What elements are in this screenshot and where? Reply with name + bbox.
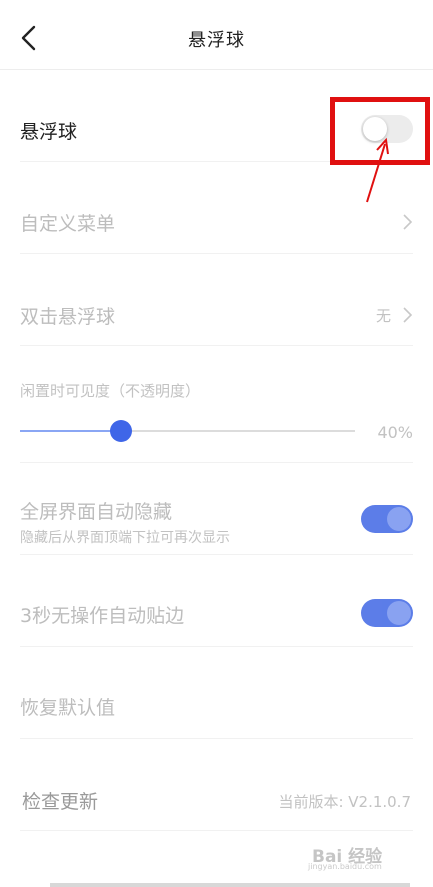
page-title: 悬浮球 — [188, 30, 245, 51]
opacity-slider-fill — [20, 430, 121, 432]
watermark-sub: jingyan.baidu.com — [308, 862, 382, 871]
restore-default-label: 恢复默认值 — [20, 697, 116, 719]
row-double-click[interactable]: 双击悬浮球 无 — [20, 254, 413, 346]
annotation-arrow-icon — [366, 137, 389, 203]
double-click-label: 双击悬浮球 — [20, 306, 116, 328]
fullscreen-hide-toggle[interactable] — [361, 505, 413, 533]
row-fullscreen-hide[interactable]: 全屏界面自动隐藏 隐藏后从界面顶端下拉可再次显示 — [20, 463, 413, 555]
toggle-knob — [387, 507, 411, 531]
header-bar: 悬浮球 — [0, 0, 433, 70]
row-auto-edge[interactable]: 3秒无操作自动贴边 — [20, 555, 413, 647]
check-update-label: 检查更新 — [22, 791, 99, 813]
fullscreen-hide-sub: 隐藏后从界面顶端下拉可再次显示 — [20, 530, 230, 546]
double-click-value: 无 — [375, 307, 391, 325]
opacity-slider[interactable] — [20, 420, 355, 442]
chevron-right-icon — [403, 214, 413, 230]
bottom-tab-strip — [50, 883, 410, 887]
row-check-update[interactable]: 检查更新 当前版本: V2.1.0.7 — [20, 739, 413, 831]
toggle-knob — [387, 601, 411, 625]
opacity-label: 闲置时可见度（不透明度） — [20, 382, 201, 400]
custom-menu-label: 自定义菜单 — [20, 213, 116, 235]
opacity-slider-thumb[interactable] — [109, 420, 132, 442]
floating-ball-label: 悬浮球 — [20, 121, 78, 143]
auto-edge-toggle[interactable] — [361, 599, 413, 627]
fullscreen-hide-label: 全屏界面自动隐藏 — [20, 501, 173, 523]
auto-edge-label: 3秒无操作自动贴边 — [20, 605, 185, 627]
baidu-watermark: Bai 经验 jingyan.baidu.com — [268, 838, 418, 872]
opacity-value: 40% — [377, 423, 413, 442]
row-restore-default[interactable]: 恢复默认值 — [20, 647, 413, 739]
current-version-value: 当前版本: V2.1.0.7 — [278, 793, 411, 811]
chevron-right-icon — [403, 307, 413, 323]
